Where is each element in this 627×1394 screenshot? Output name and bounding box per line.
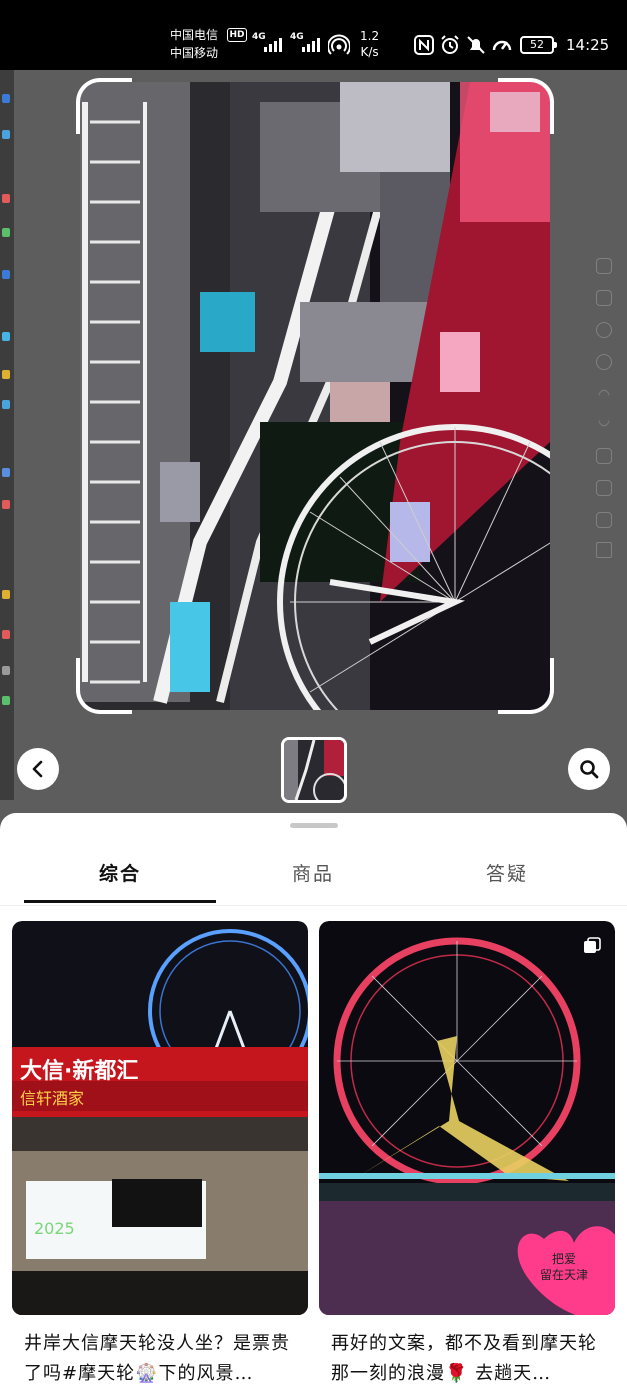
tab-qa[interactable]: 答疑 <box>437 859 577 886</box>
tab-products[interactable]: 商品 <box>243 859 383 886</box>
search-icon <box>580 760 599 779</box>
back-button[interactable] <box>17 748 59 790</box>
speedometer-icon <box>492 40 512 51</box>
search-button[interactable] <box>568 748 610 790</box>
background-side-toolbar <box>586 250 626 570</box>
mall-sign-text: 大信·新都汇 <box>20 1059 139 1084</box>
heart-balloon-text: 把爱 留在天津 <box>539 1252 588 1282</box>
mute-icon <box>467 36 485 54</box>
crop-corner-bottom-left[interactable] <box>76 658 132 714</box>
battery-indicator: 52 <box>520 36 557 54</box>
tab-divider <box>0 905 627 906</box>
selected-image-thumbnail[interactable] <box>281 737 347 803</box>
background-app-icons <box>0 70 14 800</box>
active-tab-indicator <box>24 900 216 903</box>
chevron-left-icon <box>32 760 43 778</box>
result-card[interactable]: 大信·新都汇 信轩酒家 2025 井岸大信摩天轮没人坐？是票贵了吗#摩天轮🎡下的… <box>12 921 308 1394</box>
crop-corner-bottom-right[interactable] <box>498 658 554 714</box>
result-card[interactable]: 把爱 留在天津 再好的文案，都不及看到摩天轮那一刻的浪漫🌹 去趟天… <box>319 921 615 1394</box>
carrier-1: 中国电信 <box>170 28 219 42</box>
sheet-drag-handle[interactable] <box>290 823 338 828</box>
result-image: 把爱 留在天津 <box>319 921 615 1315</box>
result-caption[interactable]: 再好的文案，都不及看到摩天轮那一刻的浪漫🌹 去趟天… <box>331 1329 611 1389</box>
tab-general[interactable]: 综合 <box>50 859 190 886</box>
results-sheet: 综合 商品 答疑 大信·新都汇 信轩酒家 2025 井岸大信摩天轮没人坐？是票贵… <box>0 813 627 1394</box>
status-bar: 中国电信 中国移动 HD 4G 4G 1.2 K/s 52 14:25 <box>0 0 627 70</box>
search-photo[interactable] <box>80 82 550 710</box>
nfc-icon <box>414 35 434 55</box>
crop-corner-top-right[interactable] <box>498 78 554 134</box>
hd-badge: HD <box>227 28 247 42</box>
restaurant-sign-text: 信轩酒家 <box>20 1089 85 1108</box>
result-caption[interactable]: 井岸大信摩天轮没人坐？是票贵了吗#摩天轮🎡下的风景… <box>24 1329 304 1389</box>
screen-text: 2025 <box>34 1219 75 1238</box>
carrier-names: 中国电信 中国移动 <box>170 26 218 62</box>
alarm-icon <box>441 35 459 54</box>
thumbnail-content <box>284 740 344 800</box>
clock: 14:25 <box>566 36 610 54</box>
network-speed: 1.2 K/s <box>360 29 380 59</box>
multi-image-icon <box>584 937 601 953</box>
result-image: 大信·新都汇 信轩酒家 2025 <box>12 921 308 1315</box>
crop-corner-top-left[interactable] <box>76 78 132 134</box>
carrier-2: 中国移动 <box>170 46 219 60</box>
photo-content <box>80 82 550 710</box>
hotspot-icon <box>328 34 350 55</box>
